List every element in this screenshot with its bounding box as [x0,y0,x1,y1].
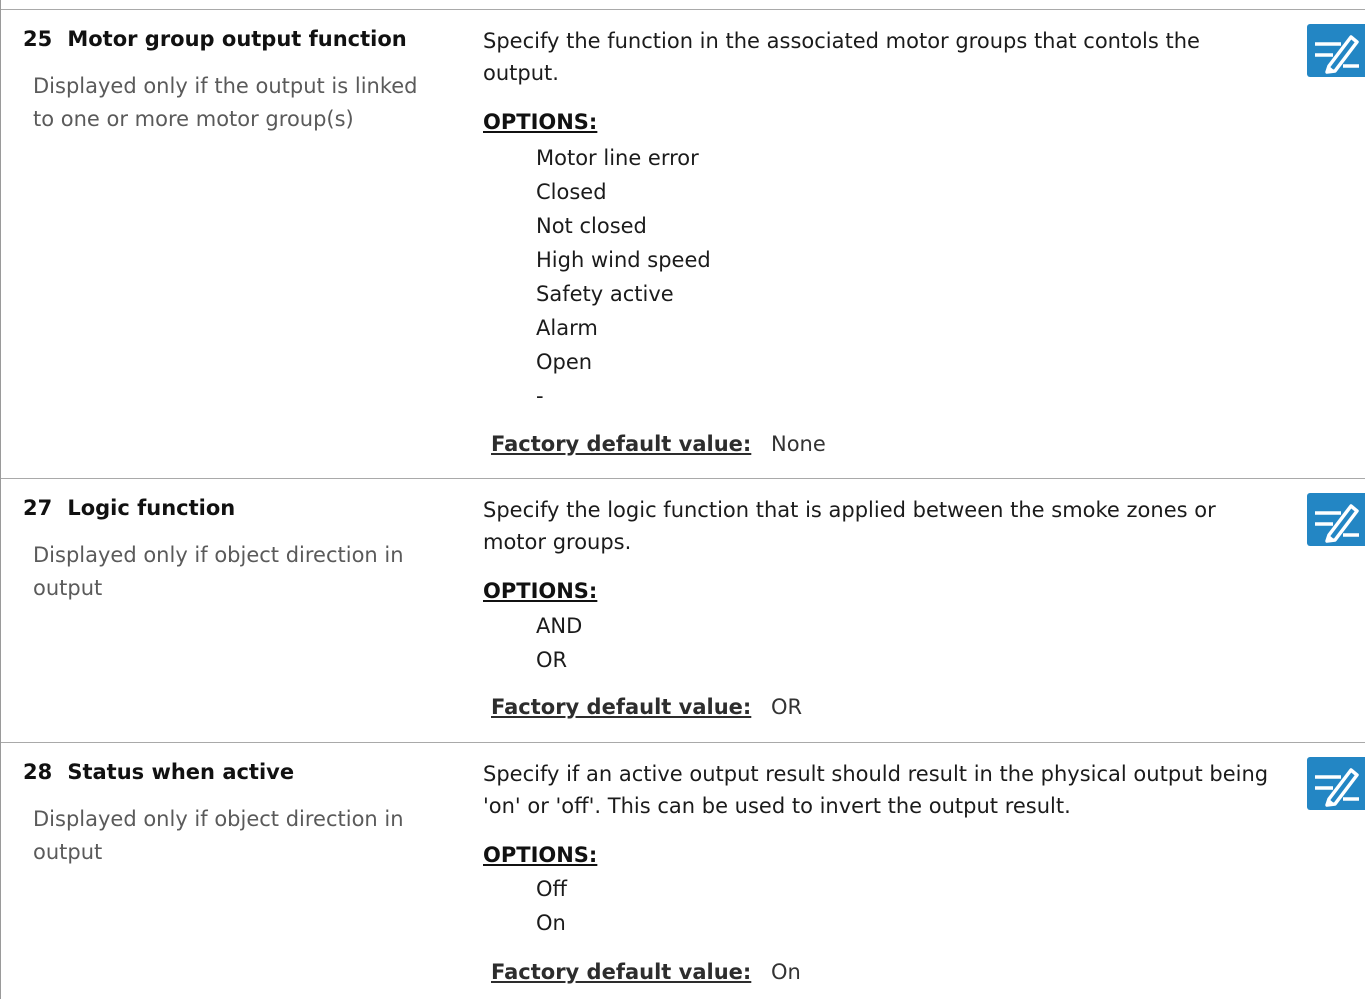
options-heading: OPTIONS: [483,579,598,603]
setting-description: Specify the logic function that is appli… [483,498,1216,554]
option-item: Alarm [536,316,598,340]
edit-pencil-icon[interactable] [1307,24,1365,77]
setting-title: Status when active [67,760,295,784]
factory-default-value: On [771,960,801,984]
option-item: Closed [536,180,607,204]
options-list: Off On [536,872,567,940]
option-item: AND [536,614,583,638]
settings-document-page: 25 Motor group output function Displayed… [0,0,1365,999]
factory-default-label: Factory default value: [491,695,752,719]
options-list: AND OR [536,609,582,677]
setting-title: Motor group output function [67,27,407,51]
setting-display-condition: Displayed only if object direction in ou… [33,543,404,600]
edit-pencil-icon-glyph [1315,768,1359,807]
option-item: - [536,384,544,408]
edit-pencil-icon-glyph [1315,504,1359,543]
setting-display-condition: Displayed only if the output is linked t… [33,74,418,131]
option-item: Not closed [536,214,647,238]
option-item: Open [536,350,593,374]
setting-display-condition: Displayed only if object direction in ou… [33,807,404,864]
factory-default-row: Factory default value: OR [491,695,802,719]
setting-description: Specify the function in the associated m… [483,29,1200,85]
setting-entry-logic-function: 27 Logic function Displayed only if obje… [1,478,1365,743]
factory-default-label: Factory default value: [491,432,752,456]
setting-title: Logic function [67,496,236,520]
options-heading: OPTIONS: [483,110,598,134]
edit-pencil-icon[interactable] [1307,493,1365,546]
setting-number: 27 [23,496,53,520]
edit-pencil-icon[interactable] [1307,757,1365,810]
option-item: Off [536,877,567,901]
setting-header: 27 Logic function Displayed only if obje… [23,496,443,605]
factory-default-value: OR [771,695,803,719]
setting-number: 25 [23,27,53,51]
factory-default-value: None [771,432,826,456]
options-list: Motor line error Closed Not closed High … [536,141,711,413]
setting-entry-status-when-active: 28 Status when active Displayed only if … [1,742,1365,999]
setting-description: Specify if an active output result shoul… [483,762,1269,818]
factory-default-row: Factory default value: None [491,432,826,456]
factory-default-row: Factory default value: On [491,960,801,984]
setting-number: 28 [23,760,53,784]
option-item: High wind speed [536,248,711,272]
factory-default-label: Factory default value: [491,960,752,984]
option-item: Motor line error [536,146,699,170]
setting-entry-motor-group-output-function: 25 Motor group output function Displayed… [1,9,1365,479]
setting-header: 28 Status when active Displayed only if … [23,760,443,869]
option-item: OR [536,648,568,672]
edit-pencil-icon-glyph [1315,35,1359,74]
setting-header: 25 Motor group output function Displayed… [23,27,443,136]
options-heading: OPTIONS: [483,843,598,867]
option-item: On [536,911,566,935]
option-item: Safety active [536,282,674,306]
